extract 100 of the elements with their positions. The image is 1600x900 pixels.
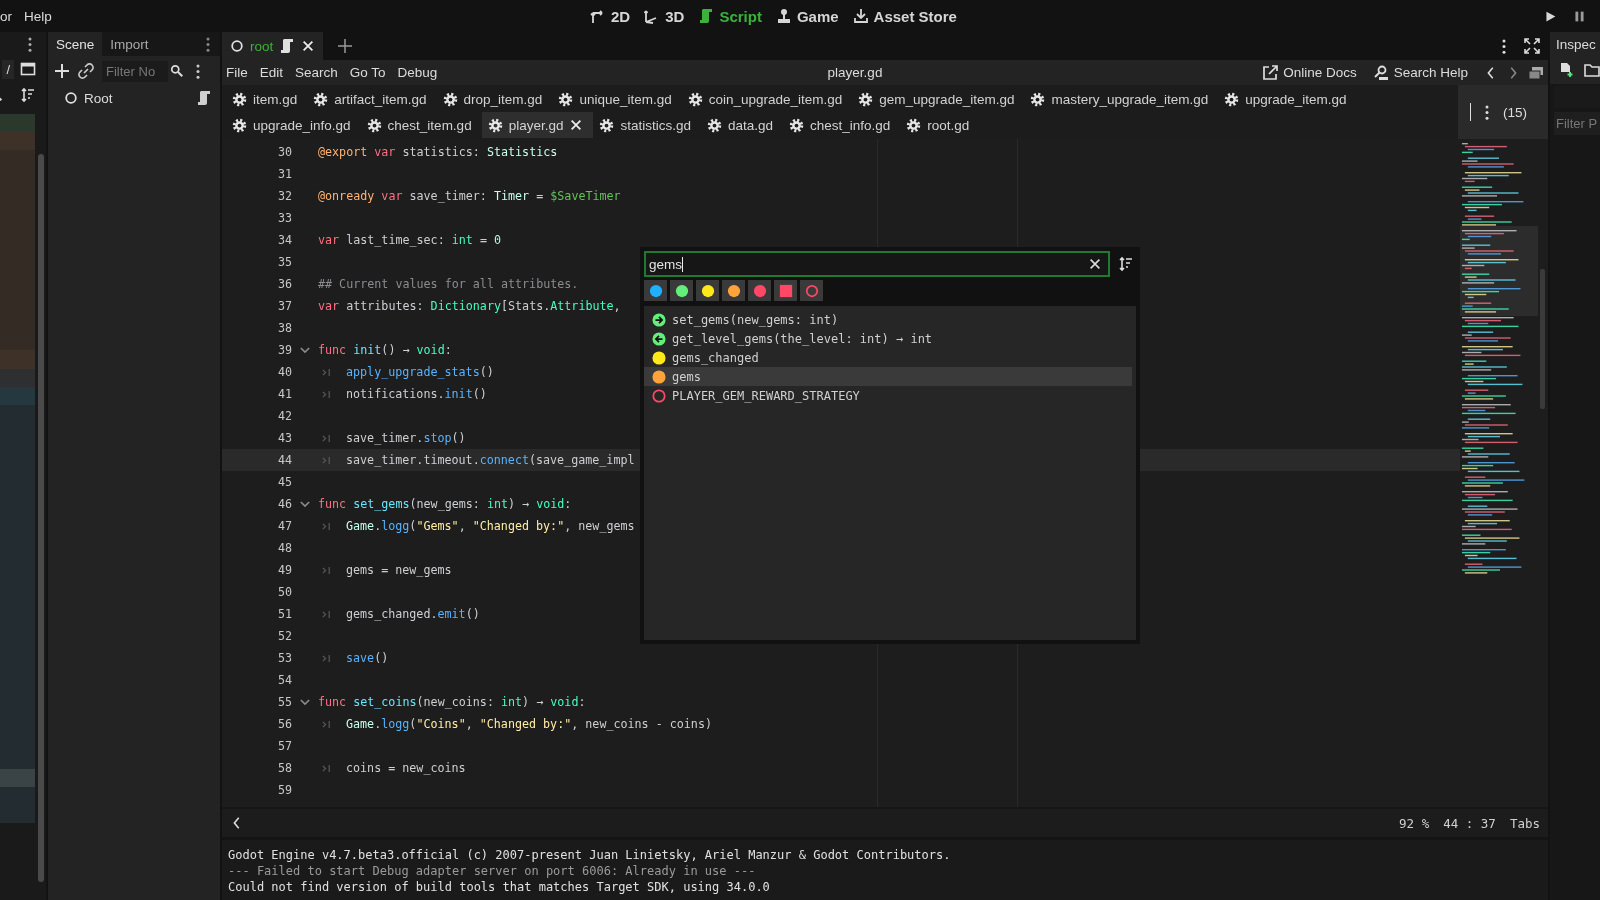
script-icon[interactable] [196,90,212,106]
scrollbar[interactable] [1540,269,1545,409]
file-tab[interactable]: drop_item.gd [436,86,553,112]
script-icon [698,8,715,24]
folder-icon[interactable] [1584,62,1600,78]
help-button[interactable]: Online Docs [1262,64,1357,81]
line-number: 46 [276,497,292,511]
menu-item[interactable]: Edit [259,65,284,80]
filter-field[interactable]: Filter No [102,60,168,82]
file-tab[interactable]: artifact_item.gd [307,86,437,112]
menu-item[interactable]: File [226,65,248,80]
code-line: Game.logg("Coins", "Changed by:", new_coins - coins) [346,717,712,731]
pause-icon[interactable] [1573,9,1586,23]
line-number: 55 [276,695,292,709]
gear-icon [232,91,247,107]
clear-icon[interactable] [1088,257,1102,271]
workspace-tab[interactable]: Script [698,5,762,27]
windows-icon[interactable] [1528,64,1544,81]
code-line: notifications.init() [346,387,487,401]
panel-icon[interactable] [20,61,36,77]
play-icon[interactable] [1544,9,1557,23]
completion-item[interactable]: PLAYER_GEM_REWARD_STRATEGY [644,386,1132,405]
scrollbar[interactable] [38,154,44,882]
fullscreen-icon[interactable] [1524,38,1540,54]
workspace-tab[interactable]: 2D [590,5,631,27]
code-line: func init() → void: [318,343,452,357]
file-row[interactable] [0,114,35,133]
file-row[interactable] [0,405,35,424]
line-number: 57 [276,739,292,753]
file-row[interactable] [0,332,35,351]
file-tab[interactable]: coin_upgrade_item.gd [681,86,853,112]
sort-icon[interactable] [1118,256,1134,272]
open-scene-tab[interactable]: root [222,32,324,60]
line-number: 33 [276,211,292,225]
file-tab[interactable]: chest_item.gd [360,112,482,138]
link-icon[interactable] [78,63,94,79]
file-tab[interactable]: gem_upgrade_item.gd [852,86,1025,112]
file-row[interactable] [0,350,35,369]
line-number: 44 [276,453,292,467]
file-tab[interactable]: unique_item.gd [552,86,682,112]
workspace-tab[interactable]: Asset Store [852,5,957,27]
menu-item[interactable]: Debug [397,65,438,80]
ring-icon [652,388,666,403]
code-line: func set_gems(new_gems: int) → void: [318,497,572,511]
dock-tab[interactable]: Scene [48,32,103,56]
file-tab[interactable]: root.gd [900,112,980,138]
workspace-tab[interactable]: 3D [644,5,685,27]
line-number: 42 [276,409,292,423]
completion-item[interactable]: gems [644,367,1132,386]
log-line: Could not find version of build tools that matches Target SDK, using 34.0.0 [228,880,771,896]
indent-mode[interactable]: Tabs [1509,815,1540,831]
file-tab[interactable]: data.gd [700,112,783,138]
new-file-icon[interactable] [1558,62,1574,78]
help-search-icon [1372,64,1389,81]
close-icon[interactable] [569,118,584,132]
line-number: 30 [276,145,292,159]
completion-item[interactable]: gems_changed [644,348,1132,367]
zoom-level[interactable]: 92 % [1399,815,1430,831]
file-tab[interactable]: mastery_upgrade_item.gd [1024,86,1219,112]
help-button[interactable]: Search Help [1372,64,1468,81]
script-count: (15) [1503,104,1527,120]
add-tab-icon[interactable] [337,38,354,54]
file-tab[interactable]: upgrade_info.gd [226,112,361,138]
sort-icon[interactable] [20,87,36,103]
menu-item[interactable]: Search [295,65,338,80]
file-row[interactable] [0,150,35,169]
code-line: Game.logg("Gems", "Changed by:", new_gems [346,519,635,533]
gear-icon [487,117,503,133]
filter-field[interactable]: Filter P [1554,112,1600,135]
line-number: 40 [276,365,292,379]
line-number: 59 [276,783,292,797]
file-tab[interactable]: upgrade_item.gd [1218,86,1357,112]
cursor-position: 44 : 37 [1443,815,1496,831]
menu-item[interactable]: Go To [349,65,386,80]
gear-icon [906,117,922,133]
gear-icon [558,91,574,107]
file-tab[interactable]: player.gd [481,112,594,138]
completion-item[interactable]: get_level_gems(the_level: int) → int [644,329,1132,348]
search-field[interactable]: gems [644,251,1110,277]
file-tab[interactable]: chest_info.gd [783,112,901,138]
menu-item[interactable]: Help [24,8,52,24]
tree-item[interactable]: Root [84,90,113,106]
gear-icon [789,117,804,133]
close-icon[interactable] [301,39,316,53]
dock-tab[interactable]: Import [102,32,157,56]
line-number: 31 [276,167,292,181]
gear-icon [232,117,247,133]
code-line: @export var statistics: Statistics [318,145,558,159]
code-line: save_timer.stop() [346,431,466,445]
add-icon[interactable] [54,63,70,79]
file-tab[interactable]: statistics.gd [593,112,701,138]
menu-item[interactable]: or [0,8,12,24]
path-field[interactable]: / [2,59,14,79]
file-row[interactable] [0,132,35,151]
completion-item[interactable]: set_gems(new_gems: int) [644,310,1132,329]
file-tab[interactable]: item.gd [226,86,308,112]
workspace-tab[interactable]: Game [775,5,839,27]
code-line: @onready var save_timer: Timer = $SaveTimer [318,189,621,203]
dock-tab[interactable]: Inspec [1550,32,1600,56]
dot-icon [652,350,666,365]
